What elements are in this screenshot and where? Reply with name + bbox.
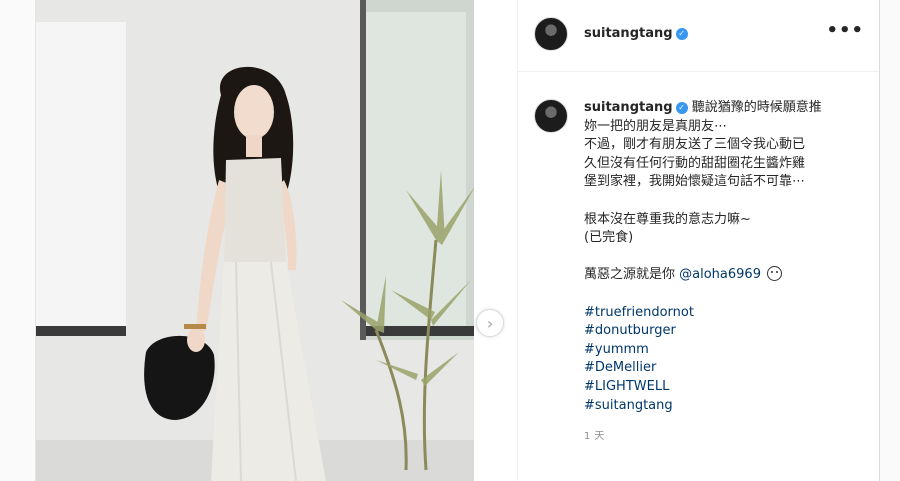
verified-badge-icon: ✓ [675, 28, 688, 40]
hashtag-link[interactable]: #yummm [584, 341, 864, 360]
emoji-icon [766, 266, 782, 282]
post-timestamp[interactable]: 1 天 [584, 428, 864, 447]
next-arrow-icon: › [486, 313, 494, 333]
caption-line-1: 聽說猶豫的時候願意推 [691, 100, 822, 115]
hashtag-link[interactable]: #DeMellier [584, 359, 864, 378]
caption-username-text[interactable]: suitangtang [584, 100, 673, 115]
instagram-post: › suitangtang ✓ ••• suitangtang ✓ 聽說猶豫的時候願… [35, 0, 880, 481]
hashtag-link[interactable]: #donutburger [584, 322, 864, 341]
username-text[interactable]: suitangtang [584, 26, 673, 41]
caption-username[interactable]: suitangtang ✓ [584, 100, 688, 115]
caption-mention-line: 萬惡之源就是你 @aloha6969 [584, 266, 864, 285]
caption-line-4: 久但沒有任何行動的甜甜圈花生醬炸雞 [584, 155, 806, 171]
caption-avatar[interactable] [534, 99, 568, 133]
post-photo[interactable] [36, 0, 474, 481]
avatar[interactable] [534, 17, 568, 51]
hashtag-link[interactable]: #suitangtang [584, 397, 864, 416]
more-options-button[interactable]: ••• [826, 22, 864, 40]
photo-illustration [36, 0, 474, 481]
blame-text: 萬惡之源就是你 [584, 267, 680, 283]
hashtag-link[interactable]: #truefriendornot [584, 304, 864, 323]
caption-line-7: (已完食) [584, 230, 634, 246]
caption-line-3: 不過，剛才有朋友送了三個令我心動已 [584, 137, 806, 153]
caption-text: suitangtang ✓ 聽說猶豫的時候願意推 妳一把的朋友是真朋友⋯ 不過，剛… [584, 99, 864, 447]
caption-line: suitangtang ✓ 聽說猶豫的時候願意推 [584, 99, 864, 118]
next-photo-button[interactable]: › [476, 309, 504, 337]
post-sidebar: suitangtang ✓ ••• suitangtang ✓ 聽說猶豫的時候願意推… [517, 0, 879, 481]
mention-link[interactable]: @aloha6969 [679, 267, 761, 282]
more-options-icon: ••• [826, 20, 864, 41]
caption-line-5: 堡到家裡，我開始懷疑這句話不可靠⋯ [584, 174, 806, 190]
verified-badge-icon: ✓ [675, 102, 688, 114]
hashtag-link[interactable]: #LIGHTWELL [584, 378, 864, 397]
header-username[interactable]: suitangtang ✓ [584, 26, 688, 41]
post-header: suitangtang ✓ ••• [518, 0, 879, 72]
caption-line-2: 妳一把的朋友是真朋友⋯ [584, 118, 728, 134]
caption-line-6: 根本沒在尊重我的意志力嘛~ [584, 211, 751, 227]
